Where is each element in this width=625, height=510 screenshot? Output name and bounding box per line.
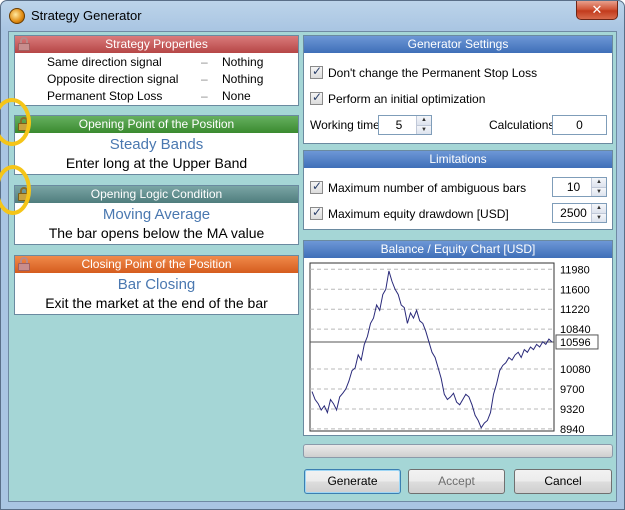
- checkbox-checked[interactable]: [310, 205, 323, 220]
- ambiguous-bars-value: 10: [566, 180, 581, 194]
- close-button[interactable]: ✕: [576, 1, 618, 20]
- strategy-properties-panel: Strategy Properties Same direction signa…: [14, 35, 299, 106]
- balance-equity-chart-panel: Balance / Equity Chart [USD] 11980 11600 1…: [303, 240, 613, 436]
- spin-up-icon[interactable]: ▲: [417, 116, 431, 125]
- balance-line: [311, 270, 553, 429]
- property-value: Nothing: [222, 55, 264, 69]
- y-tick-label: 11980: [560, 264, 590, 276]
- spin-down-icon[interactable]: ▼: [592, 187, 606, 196]
- progress-bar: [303, 444, 613, 458]
- property-row: Opposite direction signal – Nothing: [15, 70, 298, 87]
- cancel-button[interactable]: Cancel: [514, 469, 612, 494]
- checkbox-label: Don't change the Permanent Stop Loss: [328, 66, 538, 80]
- spin-up-icon[interactable]: ▲: [592, 178, 606, 187]
- property-value: Nothing: [222, 72, 264, 86]
- property-value: None: [222, 89, 251, 103]
- opening-logic-description: The bar opens below the MA value: [48, 225, 265, 241]
- opening-logic-title: Opening Logic Condition: [90, 187, 223, 201]
- closing-point-indicator: Bar Closing: [117, 276, 196, 293]
- drawdown-spinner[interactable]: 2500 ▲ ▼: [552, 203, 607, 223]
- current-value-label: 10596: [560, 337, 591, 349]
- window-title: Strategy Generator: [31, 8, 142, 23]
- working-time-spinner[interactable]: 5 ▲ ▼: [378, 115, 432, 135]
- opening-logic-panel[interactable]: Opening Logic Condition Moving Average T…: [14, 185, 299, 245]
- opening-point-title: Opening Point of the Position: [78, 117, 235, 131]
- y-tick-label: 9700: [560, 384, 584, 396]
- limitations-panel: Limitations Maximum number of ambiguous …: [303, 150, 613, 230]
- app-icon: [9, 8, 25, 24]
- working-time-label: Working time: [310, 118, 380, 132]
- calculations-label: Calculations: [489, 118, 555, 132]
- checkbox-checked[interactable]: [310, 64, 323, 79]
- checkbox-label: Perform an initial optimization: [328, 92, 486, 106]
- lock-icon[interactable]: [18, 37, 30, 51]
- closing-point-panel[interactable]: Closing Point of the Position Bar Closin…: [14, 255, 299, 315]
- opening-logic-indicator: Moving Average: [102, 206, 211, 223]
- generator-settings-header: Generator Settings: [304, 36, 612, 53]
- checkbox-label: Maximum equity drawdown [USD]: [328, 207, 509, 221]
- strategy-properties-header: Strategy Properties: [15, 36, 298, 53]
- closing-point-title: Closing Point of the Position: [81, 257, 232, 271]
- calculations-field: 0: [552, 115, 607, 135]
- y-tick-label: 9320: [560, 404, 584, 416]
- lock-icon[interactable]: [18, 257, 30, 271]
- y-tick-label: 11220: [560, 304, 590, 316]
- generator-settings-panel: Generator Settings Don't change the Perm…: [303, 35, 613, 144]
- client-area: Strategy Properties Same direction signa…: [8, 31, 617, 502]
- spin-up-icon[interactable]: ▲: [592, 204, 606, 213]
- ambiguous-bars-spinner[interactable]: 10 ▲ ▼: [552, 177, 607, 197]
- checkbox-label: Maximum number of ambiguous bars: [328, 181, 527, 195]
- closing-point-header: Closing Point of the Position: [15, 256, 298, 273]
- opening-point-description: Enter long at the Upper Band: [65, 155, 248, 171]
- property-dash: –: [201, 72, 208, 86]
- property-row: Permanent Stop Loss – None: [15, 87, 298, 104]
- strategy-generator-window: Strategy Generator ✕ Strategy Properties…: [0, 0, 625, 510]
- property-dash: –: [201, 89, 208, 103]
- opening-point-header: Opening Point of the Position: [15, 116, 298, 133]
- y-tick-label: 10840: [560, 324, 591, 336]
- y-tick-label: 11600: [560, 284, 590, 296]
- chart-plot-area: [309, 262, 555, 432]
- limitations-header: Limitations: [304, 151, 612, 168]
- spin-down-icon[interactable]: ▼: [417, 125, 431, 134]
- opening-point-indicator: Steady Bands: [109, 136, 204, 153]
- drawdown-value: 2500: [560, 206, 587, 220]
- property-label: Same direction signal: [47, 55, 162, 69]
- y-tick-label: 8940: [560, 424, 584, 436]
- working-time-value: 5: [395, 118, 403, 132]
- property-label: Permanent Stop Loss: [47, 89, 163, 103]
- property-dash: –: [201, 55, 208, 69]
- accept-button[interactable]: Accept: [408, 469, 505, 494]
- closing-point-description: Exit the market at the end of the bar: [45, 295, 268, 311]
- balance-equity-chart: 11980 11600 11220 1084010596 10080 9700 9320 89…: [309, 262, 599, 436]
- y-tick-label: 10080: [560, 364, 591, 376]
- opening-point-panel[interactable]: Opening Point of the Position Steady Ban…: [14, 115, 299, 175]
- title-bar[interactable]: Strategy Generator ✕: [1, 1, 624, 31]
- checkbox-checked[interactable]: [310, 90, 323, 105]
- property-row: Same direction signal – Nothing: [15, 53, 298, 70]
- checkbox-checked[interactable]: [310, 179, 323, 194]
- strategy-properties-title: Strategy Properties: [105, 37, 208, 51]
- opening-logic-header: Opening Logic Condition: [15, 186, 298, 203]
- generate-button[interactable]: Generate: [304, 469, 401, 494]
- property-label: Opposite direction signal: [47, 72, 179, 86]
- spin-down-icon[interactable]: ▼: [592, 213, 606, 222]
- chart-title: Balance / Equity Chart [USD]: [304, 241, 612, 258]
